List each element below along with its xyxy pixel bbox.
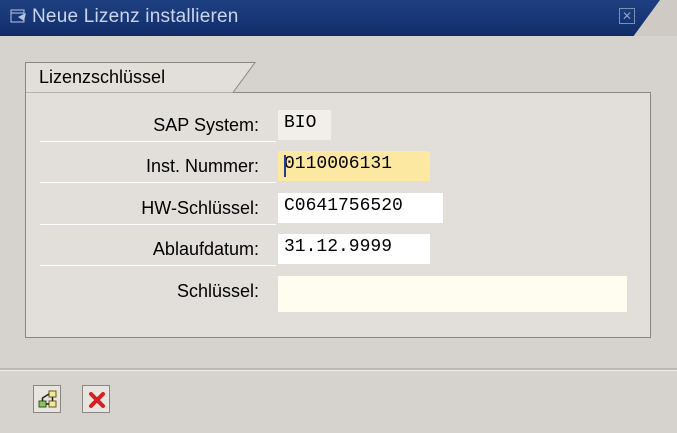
row-hw-schluessel: HW-Schlüssel:	[40, 193, 276, 225]
cancel-button[interactable]	[82, 385, 110, 413]
schluessel-input[interactable]	[278, 276, 627, 312]
window-title: Neue Lizenz installieren	[32, 6, 239, 27]
inst-nummer-label: Inst. Nummer:	[145, 156, 259, 176]
inst-nummer-field[interactable]: 0110006131	[278, 151, 430, 181]
hw-schluessel-field[interactable]: C0641756520	[278, 193, 443, 223]
schluessel-label: Schlüssel:	[176, 281, 259, 301]
sap-system-field: BIO	[278, 110, 331, 140]
row-ablaufdatum: Ablaufdatum:	[40, 234, 276, 266]
inst-nummer-value: 0110006131	[284, 154, 393, 174]
group-title: Lizenzschlüssel	[39, 67, 166, 87]
toolbar-separator	[0, 368, 677, 371]
window-icon[interactable]	[10, 9, 27, 25]
close-icon[interactable]: ✕	[619, 8, 635, 24]
sap-system-label: SAP System:	[153, 115, 259, 135]
install-button[interactable]	[33, 385, 61, 413]
row-schluessel: Schlüssel:	[40, 276, 276, 307]
ablaufdatum-label: Ablaufdatum:	[152, 239, 259, 259]
hw-schluessel-label: HW-Schlüssel:	[141, 198, 259, 218]
row-sap-system: SAP System:	[40, 110, 276, 142]
title-bar: Neue Lizenz installieren ✕	[0, 0, 677, 36]
text-caret	[284, 155, 286, 177]
row-inst-nummer: Inst. Nummer:	[40, 151, 276, 183]
ablaufdatum-field[interactable]: 31.12.9999	[278, 234, 430, 264]
